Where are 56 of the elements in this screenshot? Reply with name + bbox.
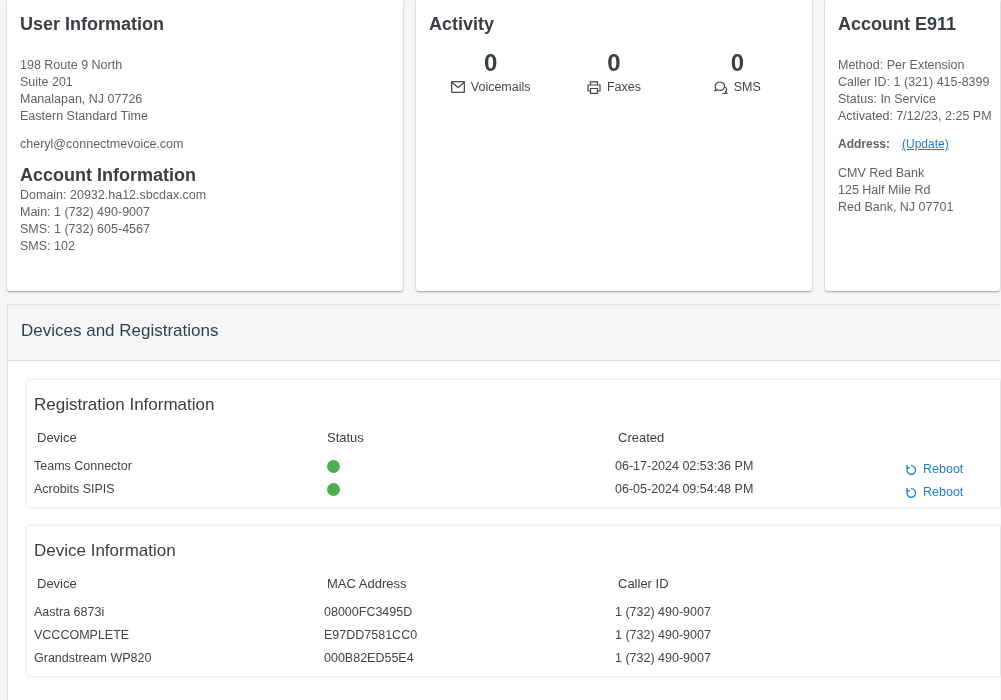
table-cell-text: 1 (732) 490-9007 bbox=[615, 650, 712, 667]
info-line: Main: 1 (732) 490-9007 bbox=[20, 204, 151, 221]
info-line: Caller ID: 1 (321) 415-8399 bbox=[838, 74, 987, 91]
count-value: 0 bbox=[484, 48, 498, 78]
section-title: Activity bbox=[429, 13, 496, 36]
info-line: SMS: 1 (732) 605-4567 bbox=[20, 221, 151, 238]
column-header: Created bbox=[617, 429, 666, 447]
column-header: Caller ID bbox=[617, 575, 670, 593]
stat-label: Faxes bbox=[606, 80, 641, 94]
address-label: Address: bbox=[838, 137, 890, 151]
table-cell-text: E97DD7581CC0 bbox=[324, 627, 419, 644]
table-cell-text: Grandstream WP820 bbox=[34, 650, 153, 667]
reboot-button[interactable]: Reboot bbox=[905, 458, 964, 481]
count-value: 0 bbox=[607, 48, 621, 78]
email-text: cheryl@connectmevoice.com bbox=[20, 136, 185, 153]
address-line: Suite 201 bbox=[20, 74, 74, 91]
address-line: 125 Half Mile Rd bbox=[838, 182, 932, 199]
count-value: 0 bbox=[730, 48, 744, 78]
table-cell-text: 08000FC3495D bbox=[324, 604, 414, 621]
address-line: Red Bank, NJ 07701 bbox=[838, 199, 955, 216]
info-line: Status: In Service bbox=[838, 91, 937, 108]
section-title: Account E911 bbox=[838, 13, 958, 36]
table-cell-text: 1 (732) 490-9007 bbox=[615, 604, 712, 621]
envelope-icon bbox=[450, 81, 465, 93]
chat-bubbles-icon bbox=[713, 80, 728, 94]
address-line: CMV Red Bank bbox=[838, 165, 926, 182]
section-title: User Information bbox=[20, 13, 166, 36]
table-cell-text: Aastra 6873i bbox=[34, 604, 106, 621]
refresh-icon bbox=[905, 486, 917, 499]
column-header: MAC Address bbox=[326, 575, 408, 593]
reboot-button[interactable]: Reboot bbox=[905, 481, 964, 504]
section-title: Registration Information bbox=[34, 394, 216, 416]
stat-label: Voicemails bbox=[470, 80, 531, 94]
table-cell-text: VCCCOMPLETE bbox=[34, 627, 131, 644]
info-line: Method: Per Extension bbox=[838, 57, 966, 74]
section-title: Device Information bbox=[34, 540, 177, 562]
address-line: Manalapan, NJ 07726 bbox=[20, 91, 144, 108]
address-line: 198 Route 9 North bbox=[20, 57, 124, 74]
printer-icon bbox=[586, 80, 601, 94]
info-line: SMS: 102 bbox=[20, 238, 76, 255]
column-header: Device bbox=[36, 429, 78, 447]
table-cell-text: 06-17-2024 02:53:36 PM bbox=[615, 458, 755, 475]
table-cell-text: 1 (732) 490-9007 bbox=[615, 627, 712, 644]
table-cell-text: 06-05-2024 09:54:48 PM bbox=[615, 481, 755, 498]
table-cell-text: 000B82ED55E4 bbox=[324, 650, 415, 667]
stat-label: SMS bbox=[733, 80, 761, 94]
address-line: Eastern Standard Time bbox=[20, 108, 149, 125]
panel-title: Devices and Registrations bbox=[8, 305, 1000, 361]
section-title: Account Information bbox=[20, 164, 197, 187]
refresh-icon bbox=[905, 463, 917, 476]
table-cell-text: Acrobits SIPIS bbox=[34, 481, 116, 498]
column-header: Device bbox=[36, 575, 78, 593]
table-cell-text: Teams Connector bbox=[34, 458, 133, 475]
info-line: Domain: 20932.ha12.sbcdax.com bbox=[20, 187, 208, 204]
update-link[interactable]: (Update) bbox=[902, 137, 949, 151]
column-header: Status bbox=[326, 429, 365, 447]
